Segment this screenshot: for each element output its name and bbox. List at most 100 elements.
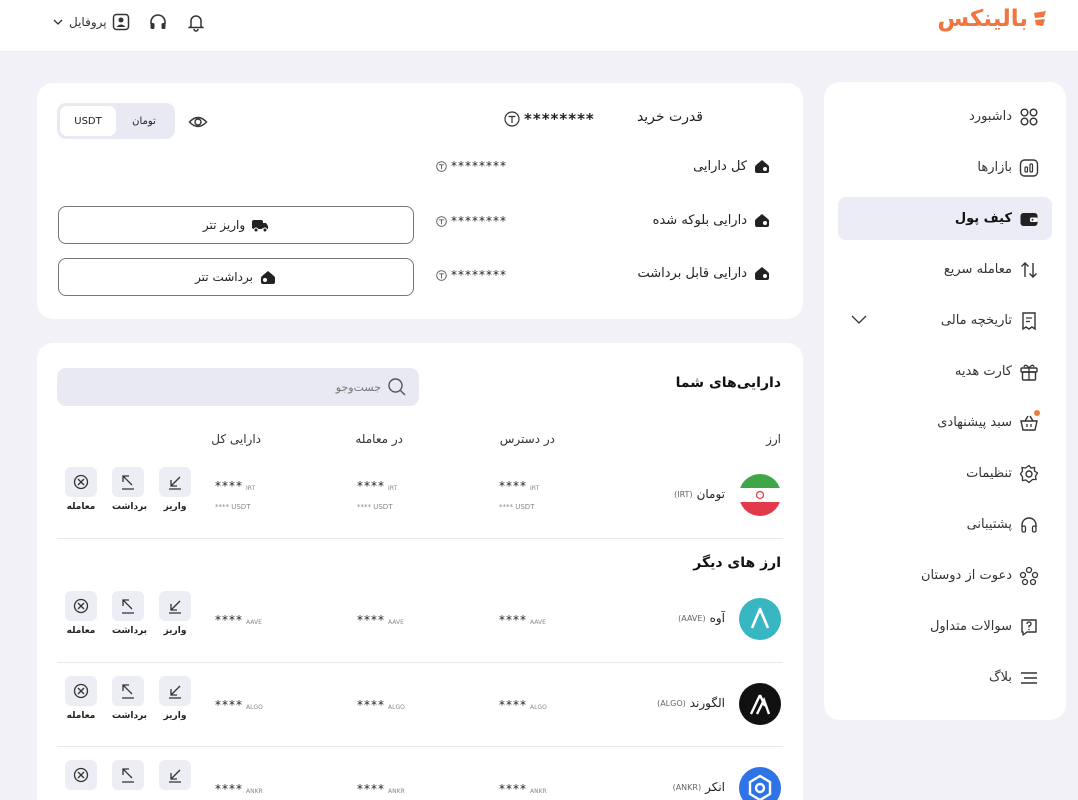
sidebar-item-support[interactable]: پشتیبانی: [838, 503, 1052, 546]
arrow-down-left-icon: [169, 476, 181, 490]
bell-icon[interactable]: [186, 12, 206, 32]
profile-menu[interactable]: پروفایل: [52, 13, 130, 31]
deposit-truck-icon: [252, 220, 269, 233]
gear-icon: [1019, 464, 1039, 483]
purchase-power-label: قدرت خرید: [637, 109, 703, 125]
total-masked: ****: [215, 479, 243, 493]
deposit-action-box[interactable]: [159, 676, 191, 706]
sidebar-item-blog[interactable]: بلاگ: [838, 656, 1052, 699]
deposit-usdt-label: واریز تتر: [202, 218, 246, 232]
available-value: **** ALGO: [499, 698, 547, 712]
withdraw-action-button[interactable]: [112, 760, 144, 790]
sub-masked: ****: [215, 503, 229, 511]
wallet-coin-icon: [755, 267, 769, 280]
withdraw-action-box[interactable]: [112, 591, 144, 621]
sidebar-item-faq[interactable]: سوالات متداول: [838, 605, 1052, 648]
withdraw-coin-icon: [260, 271, 275, 284]
sidebar-item-markets[interactable]: بازارها: [838, 146, 1052, 189]
sidebar-item-invite-friends[interactable]: دعوت از دوستان: [838, 554, 1052, 597]
available-masked: ****: [499, 698, 527, 712]
sidebar-item-financial-history[interactable]: تاریخچه مالی: [838, 299, 1052, 342]
trade-action-box[interactable]: [65, 676, 97, 706]
search-input[interactable]: [81, 380, 381, 394]
arrow-up-left-icon: [122, 684, 134, 699]
trade-action-button[interactable]: معامله: [65, 676, 97, 721]
total-value: **** ANKR: [215, 782, 263, 796]
withdrawable-assets-label: دارایی قابل برداشت: [637, 265, 748, 281]
trade-action-button[interactable]: معامله: [65, 591, 97, 636]
sidebar-item-gift-card[interactable]: کارت هدیه: [838, 350, 1052, 393]
deposit-action-box[interactable]: [159, 591, 191, 621]
table-row: الگورند (ALGO) **** ALGO **** ALGO **** ALG…: [37, 672, 803, 756]
available-value: **** ANKR: [499, 782, 547, 796]
trade-action-button[interactable]: [65, 760, 97, 790]
row-divider: [57, 662, 783, 663]
coin-name-algo: الگورند (ALGO): [657, 696, 725, 710]
chevron-down-icon[interactable]: [850, 312, 868, 326]
gift-icon: [1020, 364, 1038, 381]
user-avatar-icon: [112, 13, 129, 31]
sidebar-item-settings[interactable]: تنظیمات: [838, 452, 1052, 495]
trade-cycle-icon: [73, 474, 89, 490]
trade-action-box[interactable]: [65, 591, 97, 621]
trade-action-box[interactable]: [65, 467, 97, 497]
withdrawable-assets-value: ********: [436, 268, 507, 282]
deposit-action-box[interactable]: [159, 467, 191, 497]
trade-cycle-icon: [73, 598, 89, 614]
ankr-logo-icon: [739, 767, 781, 800]
toggle-option-usdt[interactable]: USDT: [60, 106, 116, 136]
coin-name-text: انکر: [705, 780, 725, 794]
deposit-action-box[interactable]: [159, 760, 191, 790]
withdraw-action-box[interactable]: [112, 676, 144, 706]
search-box[interactable]: [57, 368, 419, 406]
sidebar-item-dashboard[interactable]: داشبورد: [838, 95, 1052, 138]
withdraw-action-box[interactable]: [112, 467, 144, 497]
blocked-assets-row: دارایی بلوکه شده: [653, 211, 771, 229]
toggle-option-toman[interactable]: تومان: [116, 106, 172, 136]
sidebar-item-label: کارت هدیه: [954, 364, 1012, 379]
swap-arrows-icon: [1021, 261, 1037, 278]
available-sub-value: **** USDT: [499, 503, 534, 511]
unit-label: IRT: [530, 485, 540, 492]
unit-label: IRT: [388, 485, 398, 492]
chart-icon: [1019, 158, 1039, 177]
sidebar-item-quick-trade[interactable]: معامله سریع: [838, 248, 1052, 291]
sidebar-item-label: بازارها: [977, 160, 1012, 175]
sidebar-item-suggested-basket[interactable]: سبد پیشنهادی: [838, 401, 1052, 444]
in-trade-value: **** ANKR: [357, 782, 405, 796]
brand-logo[interactable]: بالینکس: [937, 6, 1048, 32]
notification-dot: [1034, 410, 1040, 416]
withdraw-action-button[interactable]: برداشت: [112, 676, 147, 721]
sub-masked: ****: [357, 503, 371, 511]
deposit-usdt-button[interactable]: واریز تتر: [58, 206, 414, 244]
trade-action-box[interactable]: [65, 760, 97, 790]
coin-code-text: (ALGO): [657, 698, 686, 708]
available-value: **** IRT: [499, 479, 539, 493]
aave-logo-icon: [739, 598, 781, 640]
deposit-action-label: واریز: [163, 502, 187, 512]
withdraw-action-label: برداشت: [112, 502, 148, 512]
column-header-available: در دسترس: [499, 432, 555, 446]
currency-toggle[interactable]: USDT تومان: [57, 103, 175, 139]
trade-cycle-icon: [73, 767, 89, 783]
headset-icon[interactable]: [148, 12, 168, 32]
eye-icon[interactable]: [188, 112, 208, 132]
coin-name-text: آوه: [709, 611, 725, 625]
deposit-action-button[interactable]: واریز: [159, 591, 191, 636]
deposit-action-button[interactable]: واریز: [159, 467, 191, 512]
withdraw-action-button[interactable]: برداشت: [112, 591, 147, 636]
deposit-action-label: واریز: [163, 626, 187, 636]
withdraw-usdt-button[interactable]: برداشت تتر: [58, 258, 414, 296]
total-masked: ****: [215, 613, 243, 627]
withdraw-action-button[interactable]: برداشت: [112, 467, 148, 512]
assets-title: دارایی‌های شما: [675, 375, 781, 391]
withdraw-action-box[interactable]: [112, 760, 144, 790]
deposit-action-button[interactable]: [159, 760, 191, 790]
trade-action-button[interactable]: معامله: [65, 467, 97, 512]
in-trade-value: **** AAVE: [357, 613, 404, 627]
in-trade-sub-value: **** USDT: [357, 503, 392, 511]
deposit-action-button[interactable]: واریز: [159, 676, 191, 721]
sidebar-item-wallet[interactable]: کیف پول: [838, 197, 1052, 240]
arrow-down-left-icon: [169, 769, 181, 783]
total-assets-value: ********: [436, 159, 507, 173]
